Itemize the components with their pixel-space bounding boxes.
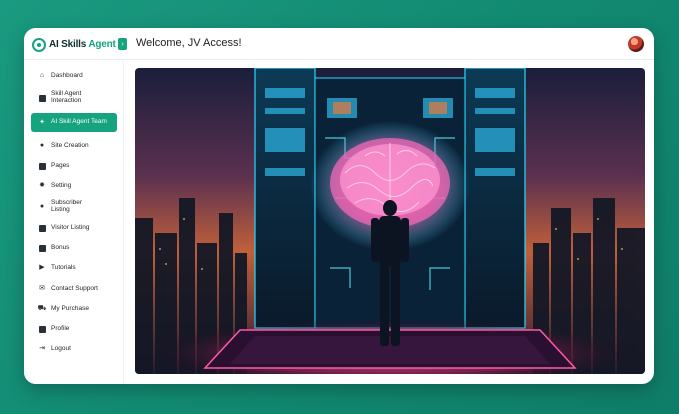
sidebar-item-label: Site Creation [51, 141, 89, 149]
sidebar-item-label: Skill Agent Interaction [51, 90, 82, 104]
globe-icon: ● [39, 142, 45, 150]
sidebar-item-contact-support[interactable]: ✉ Contact Support [31, 284, 117, 294]
cart-icon: ⛟ [37, 305, 47, 313]
sidebar-item-site-creation[interactable]: ● Site Creation [31, 141, 117, 151]
sidebar-item-label: Contact Support [51, 284, 98, 292]
hero-banner [135, 68, 645, 374]
gift-icon [38, 244, 46, 252]
logout-icon: ⇥ [39, 345, 45, 353]
sidebar-item-label: Tutorials [51, 263, 76, 271]
sidebar-item-label: Dashboard [51, 71, 83, 79]
top-header: AI Skills Agent › Welcome, JV Access! [24, 28, 654, 60]
users-icon: ● [39, 203, 45, 211]
logo-text: AI Skills Agent [49, 39, 116, 50]
video-icon: ▶ [39, 264, 45, 272]
sidebar-item-label: Profile [51, 324, 70, 332]
id-card-icon [38, 94, 46, 102]
sidebar-nav: ⌂ Dashboard Skill Agent Interaction ✦ AI… [24, 61, 124, 384]
gear-sparkle-icon: ✦ [39, 118, 45, 126]
film-icon [38, 224, 46, 232]
app-logo[interactable]: AI Skills Agent [32, 36, 116, 53]
sidebar-item-ai-skill-agent-team[interactable]: ✦ AI Skill Agent Team [31, 113, 117, 132]
sidebar-item-label: Logout [51, 344, 71, 352]
ai-brain-hero-image [135, 68, 645, 374]
sidebar-item-label: AI Skill Agent Team [51, 118, 107, 126]
sidebar-item-label: Visitor Listing [51, 223, 90, 231]
app-window: AI Skills Agent › Welcome, JV Access! ⌂ … [24, 28, 654, 384]
settings-icon: ✹ [39, 182, 45, 190]
sidebar-item-setting[interactable]: ✹ Setting [31, 181, 117, 191]
sidebar-item-pages[interactable]: Pages [31, 161, 117, 171]
sidebar-item-skill-agent-interaction[interactable]: Skill Agent Interaction [31, 89, 117, 107]
sidebar-item-bonus[interactable]: Bonus [31, 243, 117, 253]
sidebar-item-my-purchase[interactable]: ⛟ My Purchase [31, 304, 117, 314]
chevron-icon: › [121, 40, 124, 48]
menu-toggle-button[interactable]: › [118, 38, 127, 50]
profile-icon [38, 325, 46, 333]
sidebar-item-label: Setting [51, 181, 72, 189]
sidebar-item-logout[interactable]: ⇥ Logout [31, 344, 117, 354]
sidebar-item-label: Pages [51, 161, 70, 169]
sidebar-item-label: Bonus [51, 243, 70, 251]
page-icon [38, 162, 46, 170]
sidebar-item-subscriber-listing[interactable]: ● Subscriber Listing [31, 198, 117, 216]
sidebar-item-tutorials[interactable]: ▶ Tutorials [31, 263, 117, 273]
sidebar-item-label: My Purchase [51, 304, 89, 312]
welcome-message: Welcome, JV Access! [136, 37, 242, 49]
user-avatar[interactable] [628, 36, 644, 52]
sidebar-item-dashboard[interactable]: ⌂ Dashboard [31, 71, 117, 81]
envelope-icon: ✉ [39, 285, 45, 293]
sidebar-item-profile[interactable]: Profile [31, 324, 117, 334]
logo-mark-icon [32, 37, 46, 52]
sidebar-item-label: Subscriber Listing [51, 199, 83, 213]
home-icon: ⌂ [39, 72, 45, 80]
sidebar-item-visitor-listing[interactable]: Visitor Listing [31, 223, 117, 233]
